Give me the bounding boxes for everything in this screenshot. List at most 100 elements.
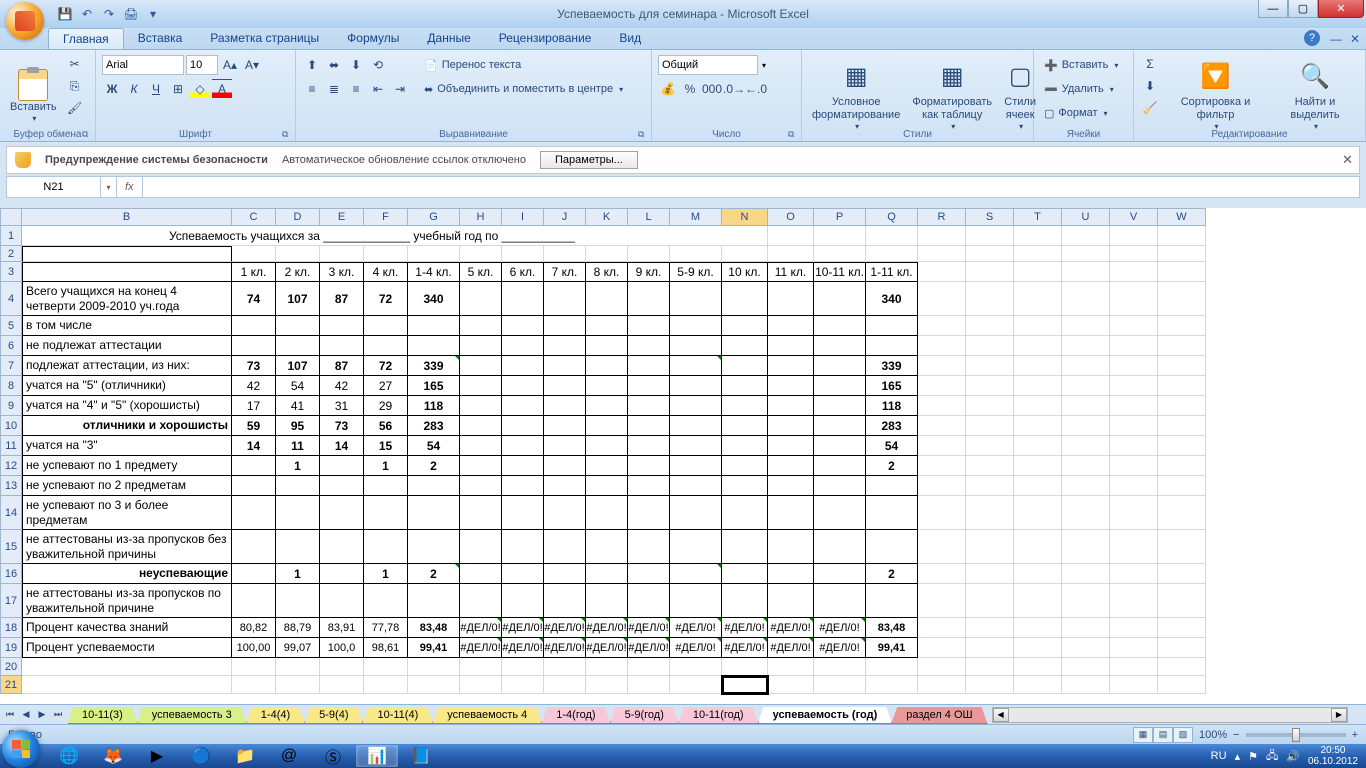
data-cell[interactable] [502, 436, 544, 456]
cell-blank[interactable] [722, 676, 768, 694]
data-cell[interactable] [628, 396, 670, 416]
data-cell[interactable] [722, 584, 768, 618]
data-cell[interactable] [814, 282, 866, 316]
format-cells-button[interactable]: ▢ Формат ▾ [1040, 102, 1127, 124]
data-cell[interactable]: 1 [364, 564, 408, 584]
autosum-icon[interactable]: Σ [1140, 54, 1160, 74]
data-cell[interactable] [722, 396, 768, 416]
data-cell[interactable] [460, 396, 502, 416]
cell-blank[interactable] [1014, 356, 1062, 376]
data-cell[interactable] [502, 530, 544, 564]
data-cell[interactable] [586, 476, 628, 496]
data-cell[interactable] [276, 316, 320, 336]
data-cell[interactable] [628, 376, 670, 396]
data-cell[interactable] [460, 530, 502, 564]
data-cell[interactable] [722, 530, 768, 564]
cell-blank[interactable] [1062, 262, 1110, 282]
cell-blank[interactable] [1014, 584, 1062, 618]
data-cell[interactable] [586, 336, 628, 356]
data-cell[interactable] [768, 416, 814, 436]
data-cell[interactable]: 99,41 [866, 638, 918, 658]
data-cell[interactable] [814, 316, 866, 336]
cell-blank[interactable] [1014, 336, 1062, 356]
cell-blank[interactable] [918, 618, 966, 638]
data-cell[interactable] [408, 476, 460, 496]
cell-blank[interactable] [966, 356, 1014, 376]
data-cell[interactable] [544, 530, 586, 564]
data-cell[interactable] [768, 396, 814, 416]
col-header-H[interactable]: H [460, 208, 502, 226]
data-cell[interactable] [586, 316, 628, 336]
cell-blank[interactable] [502, 246, 544, 262]
data-cell[interactable] [460, 476, 502, 496]
cell-blank[interactable] [918, 316, 966, 336]
tab-data[interactable]: Данные [413, 28, 484, 49]
data-cell[interactable] [866, 476, 918, 496]
data-cell[interactable]: 2 [408, 456, 460, 476]
row-label[interactable]: Всего учащихся на конец 4 четверти 2009-… [22, 282, 232, 316]
data-cell[interactable]: 165 [866, 376, 918, 396]
sheet-first-icon[interactable]: ⏮ [2, 707, 18, 723]
cell-blank[interactable] [1158, 336, 1206, 356]
data-cell[interactable] [502, 476, 544, 496]
data-cell[interactable] [408, 336, 460, 356]
cell-blank[interactable] [1110, 676, 1158, 694]
data-cell[interactable] [722, 376, 768, 396]
data-cell[interactable] [502, 356, 544, 376]
data-cell[interactable]: 59 [232, 416, 276, 436]
taskbar-media-icon[interactable]: ▶ [136, 745, 178, 767]
data-cell[interactable] [544, 396, 586, 416]
col-header-N[interactable]: N [722, 208, 768, 226]
data-cell[interactable] [814, 376, 866, 396]
minimize-button[interactable]: — [1258, 0, 1288, 18]
cell-blank[interactable] [1110, 246, 1158, 262]
row-header-12[interactable]: 12 [0, 456, 22, 476]
data-cell[interactable]: 14 [232, 436, 276, 456]
cell-blank[interactable] [1110, 618, 1158, 638]
save-icon[interactable]: 💾 [56, 5, 74, 23]
cell-blank[interactable] [22, 246, 232, 262]
data-cell[interactable] [460, 456, 502, 476]
data-cell[interactable]: 165 [408, 376, 460, 396]
comma-icon[interactable]: 000 [702, 79, 722, 99]
row-header-11[interactable]: 11 [0, 436, 22, 456]
taskbar-excel-icon[interactable]: 📊 [356, 745, 398, 767]
cell-blank[interactable] [1062, 396, 1110, 416]
currency-icon[interactable]: 💰 [658, 79, 678, 99]
data-cell[interactable]: 118 [408, 396, 460, 416]
tray-flag-icon[interactable]: ⚑ [1248, 750, 1258, 763]
cell-blank[interactable] [1014, 496, 1062, 530]
clear-icon[interactable]: 🧹 [1140, 98, 1160, 118]
data-cell[interactable]: #ДЕЛ/0! [502, 618, 544, 638]
data-cell[interactable]: 107 [276, 356, 320, 376]
cell-blank[interactable] [768, 226, 814, 246]
data-cell[interactable] [670, 376, 722, 396]
row-label[interactable]: не подлежат аттестации [22, 336, 232, 356]
data-cell[interactable] [722, 496, 768, 530]
cell-blank[interactable] [1158, 496, 1206, 530]
cell-blank[interactable] [320, 676, 364, 694]
col-header-S[interactable]: S [966, 208, 1014, 226]
cell-blank[interactable] [1158, 376, 1206, 396]
col-header-M[interactable]: M [670, 208, 722, 226]
data-cell[interactable] [232, 530, 276, 564]
name-box[interactable]: N21 [7, 177, 101, 197]
row-label[interactable]: не успевают по 3 и более предметам [22, 496, 232, 530]
scroll-right-icon[interactable]: ▶ [1331, 708, 1347, 722]
sheet-tab[interactable]: 5-9(год) [610, 707, 679, 724]
data-cell[interactable]: #ДЕЛ/0! [670, 638, 722, 658]
paste-button[interactable]: Вставить▾ [6, 52, 61, 141]
worksheet-grid[interactable]: BCDEFGHIJKLMNOPQRSTUVW1Успеваемость учащ… [0, 208, 1366, 704]
data-cell[interactable]: #ДЕЛ/0! [586, 638, 628, 658]
col-header-cell[interactable]: 5 кл. [460, 262, 502, 282]
cell-blank[interactable] [1110, 638, 1158, 658]
cell-blank[interactable] [814, 658, 866, 676]
close-button[interactable]: ✕ [1318, 0, 1364, 18]
data-cell[interactable]: 2 [408, 564, 460, 584]
row-header-7[interactable]: 7 [0, 356, 22, 376]
cell-blank[interactable] [918, 356, 966, 376]
font-size-input[interactable] [186, 55, 218, 75]
cell-blank[interactable] [1014, 396, 1062, 416]
data-cell[interactable]: #ДЕЛ/0! [670, 618, 722, 638]
taskbar-firefox-icon[interactable]: 🦊 [92, 745, 134, 767]
